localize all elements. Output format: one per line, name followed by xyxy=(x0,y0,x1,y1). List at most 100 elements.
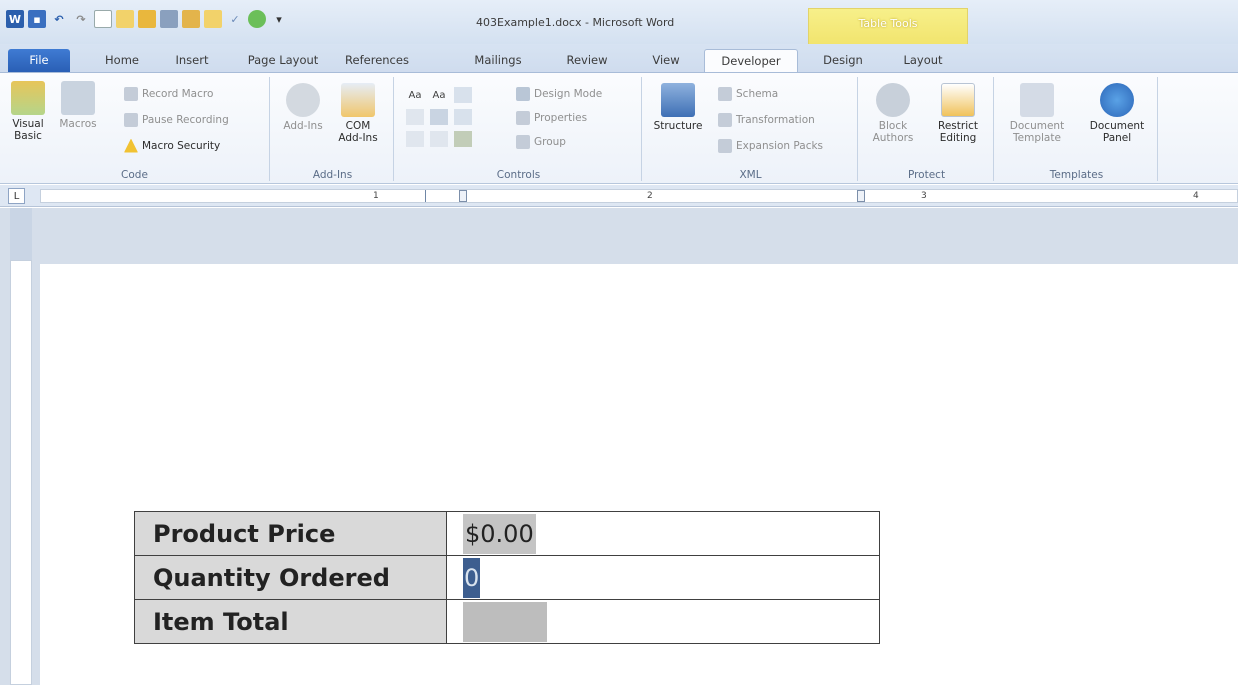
code-group: Visual Basic Macros Record Macro Pause R… xyxy=(0,77,270,181)
code-group-label: Code xyxy=(121,169,148,181)
schema-button[interactable]: Schema xyxy=(718,85,778,102)
addins-group: Add-Ins COM Add-Ins Add-Ins xyxy=(272,77,394,181)
lock-document-icon xyxy=(941,83,975,117)
product-price-cell[interactable]: $0.00 xyxy=(446,511,880,556)
folder-icon[interactable] xyxy=(182,10,200,28)
visual-basic-icon xyxy=(11,81,45,115)
legacy-tools-icon[interactable] xyxy=(454,131,472,147)
templates-group-label: Templates xyxy=(1049,169,1104,181)
product-price-field[interactable]: $0.00 xyxy=(463,513,536,554)
context-tab-label: Table Tools xyxy=(858,17,918,30)
right-indent-marker[interactable] xyxy=(857,190,865,202)
tab-developer[interactable]: Developer xyxy=(704,49,798,72)
tab-layout[interactable]: Layout xyxy=(892,49,954,72)
macro-security-label: Macro Security xyxy=(142,139,221,152)
protect-group: Block Authors Restrict Editing Protect xyxy=(860,77,994,181)
tab-page-layout[interactable]: Page Layout xyxy=(240,49,326,72)
properties-icon xyxy=(516,110,530,125)
plain-text-control-icon[interactable]: Aa xyxy=(430,87,448,103)
customize-toolbar-icon[interactable]: ▾ xyxy=(270,10,288,28)
ruler-mark: 3 xyxy=(921,191,927,201)
tab-review[interactable]: Review xyxy=(556,49,618,72)
title-bar: W ▪ ↶ ↷ ✓ ▾ 403Example1.docx - Microsoft… xyxy=(0,0,1238,48)
design-mode-button[interactable]: Design Mode xyxy=(516,85,602,102)
document-template-button[interactable]: Document Template xyxy=(1002,83,1072,144)
record-macro-button[interactable]: Record Macro xyxy=(124,85,213,102)
open-folder-icon[interactable] xyxy=(138,10,156,28)
design-mode-label: Design Mode xyxy=(534,87,603,100)
checkbox-control-icon[interactable] xyxy=(430,131,448,147)
structure-label: Structure xyxy=(653,120,703,132)
dropdown-list-icon[interactable] xyxy=(454,109,472,125)
expansion-packs-button[interactable]: Expansion Packs xyxy=(718,137,823,154)
properties-label: Properties xyxy=(534,111,588,124)
tab-references[interactable]: References xyxy=(336,49,418,72)
document-template-icon xyxy=(1020,83,1054,117)
block-authors-label: Block Authors xyxy=(872,120,914,144)
horizontal-ruler: L 1 2 3 4 xyxy=(0,185,1238,207)
combo-box-icon[interactable] xyxy=(430,109,448,125)
picture-control-icon[interactable] xyxy=(454,87,472,103)
xml-group-label: XML xyxy=(739,169,762,181)
com-addins-icon xyxy=(341,83,375,117)
block-authors-button[interactable]: Block Authors xyxy=(864,83,922,144)
tab-stop-selector[interactable]: L xyxy=(8,188,25,204)
document-template-label: Document Template xyxy=(1009,120,1065,144)
protect-group-label: Protect xyxy=(907,169,946,181)
tab-file[interactable]: File xyxy=(8,49,70,72)
xml-group: Structure Schema Transformation Expansio… xyxy=(644,77,858,181)
building-block-icon[interactable] xyxy=(406,109,424,125)
indent-marker[interactable] xyxy=(425,190,426,202)
table-row: Quantity Ordered 0 xyxy=(134,555,880,600)
ruler-track[interactable]: 1 2 3 4 xyxy=(40,189,1238,203)
tab-view[interactable]: View xyxy=(640,49,692,72)
macro-security-button[interactable]: Macro Security xyxy=(124,137,220,154)
expansion-packs-icon xyxy=(718,138,732,153)
restrict-editing-button[interactable]: Restrict Editing xyxy=(928,83,988,144)
window-title: 403Example1.docx - Microsoft Word xyxy=(476,16,675,29)
redo-icon[interactable]: ↷ xyxy=(72,10,90,28)
addins-button[interactable]: Add-Ins xyxy=(280,83,326,132)
item-total-cell[interactable] xyxy=(446,599,880,644)
spelling-icon[interactable]: ✓ xyxy=(226,10,244,28)
save-icon[interactable]: ▪ xyxy=(28,10,46,28)
document-panel-button[interactable]: Document Panel xyxy=(1082,83,1152,144)
tab-insert[interactable]: Insert xyxy=(166,49,218,72)
structure-button[interactable]: Structure xyxy=(648,83,708,132)
visual-basic-button[interactable]: Visual Basic xyxy=(4,81,52,142)
item-total-field[interactable] xyxy=(463,601,547,642)
tab-mailings[interactable]: Mailings xyxy=(466,49,530,72)
group-button[interactable]: Group xyxy=(516,133,566,150)
addins-label: Add-Ins xyxy=(283,120,323,132)
word-app-icon[interactable]: W xyxy=(6,10,24,28)
ruler-mark: 1 xyxy=(373,191,379,201)
macros-label: Macros xyxy=(59,118,97,130)
order-form-table: Product Price $0.00 Quantity Ordered 0 I… xyxy=(134,511,880,644)
zoom-icon[interactable] xyxy=(204,10,222,28)
vertical-ruler[interactable] xyxy=(10,260,32,685)
ribbon-tabs: File Home Insert Page Layout References … xyxy=(0,44,1238,72)
rich-text-control-icon[interactable]: Aa xyxy=(406,87,424,103)
print-preview-icon[interactable] xyxy=(116,10,134,28)
tab-home[interactable]: Home xyxy=(96,49,148,72)
new-document-icon[interactable] xyxy=(94,10,112,28)
hanging-indent-marker[interactable] xyxy=(459,190,467,202)
undo-icon[interactable]: ↶ xyxy=(50,10,68,28)
pause-recording-icon xyxy=(124,112,138,127)
ruler-mark: 4 xyxy=(1193,191,1199,201)
macros-button[interactable]: Macros xyxy=(56,81,100,130)
date-picker-icon[interactable] xyxy=(406,131,424,147)
properties-button[interactable]: Properties xyxy=(516,109,587,126)
refresh-icon[interactable] xyxy=(248,10,266,28)
com-addins-button[interactable]: COM Add-Ins xyxy=(332,83,384,144)
ribbon: Visual Basic Macros Record Macro Pause R… xyxy=(0,72,1238,184)
gear-icon xyxy=(286,83,320,117)
macros-icon xyxy=(61,81,95,115)
transformation-button[interactable]: Transformation xyxy=(718,111,815,128)
tab-design[interactable]: Design xyxy=(812,49,874,72)
addins-group-label: Add-Ins xyxy=(312,169,353,181)
print-icon[interactable] xyxy=(160,10,178,28)
quantity-ordered-field[interactable]: 0 xyxy=(463,557,481,598)
pause-recording-button[interactable]: Pause Recording xyxy=(124,111,229,128)
quantity-ordered-cell[interactable]: 0 xyxy=(446,555,880,600)
